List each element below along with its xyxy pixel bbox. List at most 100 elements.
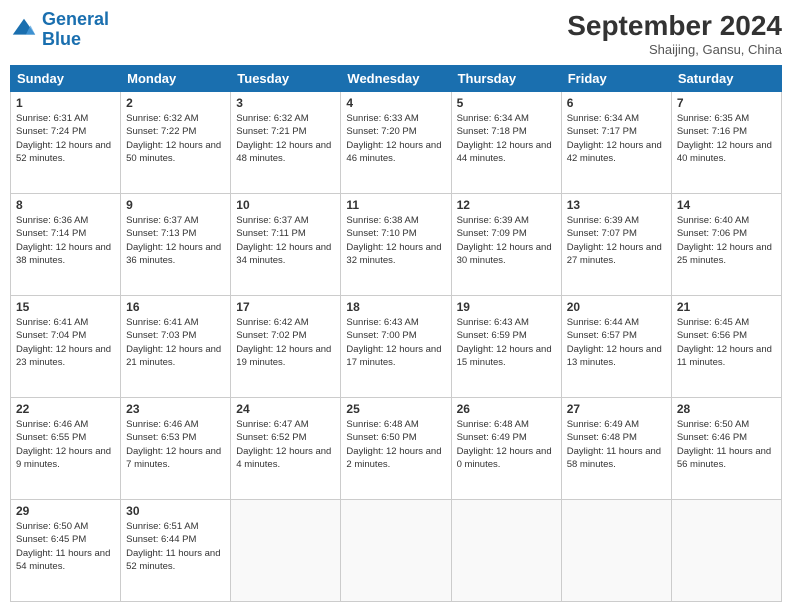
sunrise-label: Sunrise: 6:43 AM: [457, 317, 529, 328]
cell-content: Sunrise: 6:46 AM Sunset: 6:55 PM Dayligh…: [16, 418, 115, 471]
sunrise-label: Sunrise: 6:49 AM: [567, 419, 639, 430]
day-number: 10: [236, 198, 335, 212]
daylight-label: Daylight: 11 hours and 58 minutes.: [567, 446, 661, 470]
sunset-label: Sunset: 6:52 PM: [236, 432, 306, 443]
calendar-week-row: 15 Sunrise: 6:41 AM Sunset: 7:04 PM Dayl…: [11, 296, 782, 398]
day-number: 5: [457, 96, 556, 110]
sunset-label: Sunset: 7:03 PM: [126, 330, 196, 341]
table-row: 9 Sunrise: 6:37 AM Sunset: 7:13 PM Dayli…: [121, 194, 231, 296]
daylight-label: Daylight: 11 hours and 54 minutes.: [16, 548, 110, 572]
daylight-label: Daylight: 11 hours and 52 minutes.: [126, 548, 220, 572]
cell-content: Sunrise: 6:48 AM Sunset: 6:49 PM Dayligh…: [457, 418, 556, 471]
daylight-label: Daylight: 12 hours and 7 minutes.: [126, 446, 221, 470]
sunrise-label: Sunrise: 6:45 AM: [677, 317, 749, 328]
day-number: 29: [16, 504, 115, 518]
sunset-label: Sunset: 6:57 PM: [567, 330, 637, 341]
cell-content: Sunrise: 6:34 AM Sunset: 7:17 PM Dayligh…: [567, 112, 666, 165]
day-number: 22: [16, 402, 115, 416]
cell-content: Sunrise: 6:32 AM Sunset: 7:21 PM Dayligh…: [236, 112, 335, 165]
col-saturday: Saturday: [671, 66, 781, 92]
sunset-label: Sunset: 7:04 PM: [16, 330, 86, 341]
cell-content: Sunrise: 6:31 AM Sunset: 7:24 PM Dayligh…: [16, 112, 115, 165]
table-row: 3 Sunrise: 6:32 AM Sunset: 7:21 PM Dayli…: [231, 92, 341, 194]
daylight-label: Daylight: 12 hours and 13 minutes.: [567, 344, 662, 368]
table-row: 14 Sunrise: 6:40 AM Sunset: 7:06 PM Dayl…: [671, 194, 781, 296]
daylight-label: Daylight: 12 hours and 32 minutes.: [346, 242, 441, 266]
day-number: 18: [346, 300, 445, 314]
table-row: 6 Sunrise: 6:34 AM Sunset: 7:17 PM Dayli…: [561, 92, 671, 194]
sunrise-label: Sunrise: 6:47 AM: [236, 419, 308, 430]
daylight-label: Daylight: 12 hours and 50 minutes.: [126, 140, 221, 164]
calendar-week-row: 8 Sunrise: 6:36 AM Sunset: 7:14 PM Dayli…: [11, 194, 782, 296]
sunrise-label: Sunrise: 6:35 AM: [677, 113, 749, 124]
day-number: 25: [346, 402, 445, 416]
day-number: 8: [16, 198, 115, 212]
sunrise-label: Sunrise: 6:48 AM: [457, 419, 529, 430]
sunset-label: Sunset: 7:14 PM: [16, 228, 86, 239]
calendar-week-row: 22 Sunrise: 6:46 AM Sunset: 6:55 PM Dayl…: [11, 398, 782, 500]
sunrise-label: Sunrise: 6:46 AM: [16, 419, 88, 430]
daylight-label: Daylight: 12 hours and 0 minutes.: [457, 446, 552, 470]
table-row: 22 Sunrise: 6:46 AM Sunset: 6:55 PM Dayl…: [11, 398, 121, 500]
cell-content: Sunrise: 6:42 AM Sunset: 7:02 PM Dayligh…: [236, 316, 335, 369]
col-monday: Monday: [121, 66, 231, 92]
sunset-label: Sunset: 7:24 PM: [16, 126, 86, 137]
table-row: 28 Sunrise: 6:50 AM Sunset: 6:46 PM Dayl…: [671, 398, 781, 500]
sunrise-label: Sunrise: 6:51 AM: [126, 521, 198, 532]
table-row: 1 Sunrise: 6:31 AM Sunset: 7:24 PM Dayli…: [11, 92, 121, 194]
day-number: 4: [346, 96, 445, 110]
cell-content: Sunrise: 6:39 AM Sunset: 7:09 PM Dayligh…: [457, 214, 556, 267]
cell-content: Sunrise: 6:43 AM Sunset: 7:00 PM Dayligh…: [346, 316, 445, 369]
sunset-label: Sunset: 7:09 PM: [457, 228, 527, 239]
sunset-label: Sunset: 6:56 PM: [677, 330, 747, 341]
table-row: [341, 500, 451, 602]
sunrise-label: Sunrise: 6:46 AM: [126, 419, 198, 430]
sunrise-label: Sunrise: 6:32 AM: [236, 113, 308, 124]
sunrise-label: Sunrise: 6:37 AM: [236, 215, 308, 226]
day-number: 2: [126, 96, 225, 110]
location: Shaijing, Gansu, China: [567, 42, 782, 57]
sunrise-label: Sunrise: 6:34 AM: [567, 113, 639, 124]
sunrise-label: Sunrise: 6:40 AM: [677, 215, 749, 226]
sunset-label: Sunset: 7:13 PM: [126, 228, 196, 239]
table-row: [671, 500, 781, 602]
sunrise-label: Sunrise: 6:39 AM: [457, 215, 529, 226]
table-row: 15 Sunrise: 6:41 AM Sunset: 7:04 PM Dayl…: [11, 296, 121, 398]
sunset-label: Sunset: 6:46 PM: [677, 432, 747, 443]
calendar-week-row: 1 Sunrise: 6:31 AM Sunset: 7:24 PM Dayli…: [11, 92, 782, 194]
cell-content: Sunrise: 6:45 AM Sunset: 6:56 PM Dayligh…: [677, 316, 776, 369]
table-row: [561, 500, 671, 602]
sunrise-label: Sunrise: 6:33 AM: [346, 113, 418, 124]
day-number: 14: [677, 198, 776, 212]
table-row: [231, 500, 341, 602]
daylight-label: Daylight: 12 hours and 46 minutes.: [346, 140, 441, 164]
sunrise-label: Sunrise: 6:34 AM: [457, 113, 529, 124]
page: General Blue September 2024 Shaijing, Ga…: [0, 0, 792, 612]
daylight-label: Daylight: 12 hours and 25 minutes.: [677, 242, 772, 266]
sunset-label: Sunset: 6:53 PM: [126, 432, 196, 443]
day-number: 30: [126, 504, 225, 518]
sunset-label: Sunset: 7:17 PM: [567, 126, 637, 137]
sunrise-label: Sunrise: 6:41 AM: [126, 317, 198, 328]
daylight-label: Daylight: 12 hours and 52 minutes.: [16, 140, 111, 164]
daylight-label: Daylight: 12 hours and 23 minutes.: [16, 344, 111, 368]
table-row: 26 Sunrise: 6:48 AM Sunset: 6:49 PM Dayl…: [451, 398, 561, 500]
table-row: [451, 500, 561, 602]
calendar-header-row: Sunday Monday Tuesday Wednesday Thursday…: [11, 66, 782, 92]
table-row: 12 Sunrise: 6:39 AM Sunset: 7:09 PM Dayl…: [451, 194, 561, 296]
header: General Blue September 2024 Shaijing, Ga…: [10, 10, 782, 57]
cell-content: Sunrise: 6:49 AM Sunset: 6:48 PM Dayligh…: [567, 418, 666, 471]
sunset-label: Sunset: 6:59 PM: [457, 330, 527, 341]
sunset-label: Sunset: 7:20 PM: [346, 126, 416, 137]
daylight-label: Daylight: 12 hours and 44 minutes.: [457, 140, 552, 164]
col-tuesday: Tuesday: [231, 66, 341, 92]
daylight-label: Daylight: 12 hours and 19 minutes.: [236, 344, 331, 368]
sunset-label: Sunset: 6:48 PM: [567, 432, 637, 443]
sunset-label: Sunset: 7:21 PM: [236, 126, 306, 137]
day-number: 9: [126, 198, 225, 212]
logo: General Blue: [10, 10, 109, 50]
daylight-label: Daylight: 12 hours and 11 minutes.: [677, 344, 772, 368]
day-number: 12: [457, 198, 556, 212]
cell-content: Sunrise: 6:39 AM Sunset: 7:07 PM Dayligh…: [567, 214, 666, 267]
sunrise-label: Sunrise: 6:44 AM: [567, 317, 639, 328]
